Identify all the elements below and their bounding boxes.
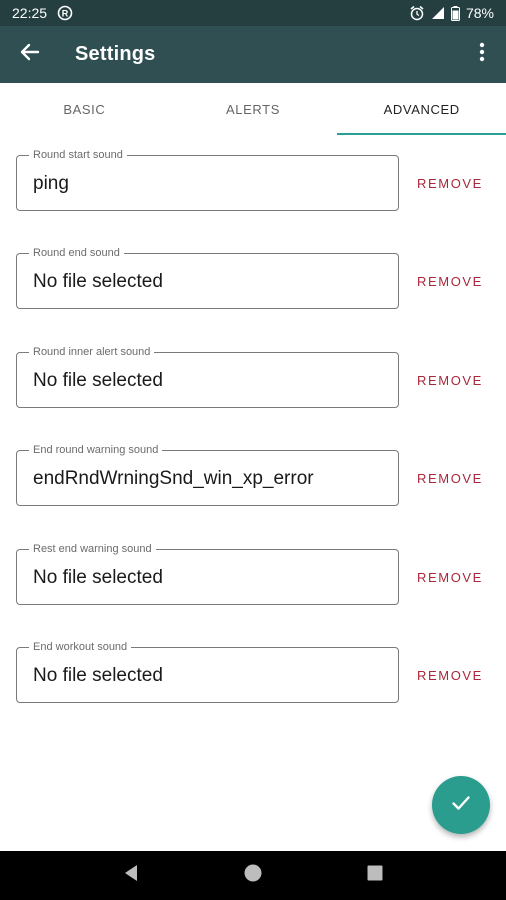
sound-setting-row: End round warning sound endRndWrningSnd_… <box>16 443 491 506</box>
notification-icon: R <box>57 5 73 21</box>
remove-button[interactable]: REMOVE <box>409 549 491 605</box>
sound-setting-row: Round inner alert sound No file selected… <box>16 345 491 408</box>
remove-button[interactable]: REMOVE <box>409 647 491 703</box>
field-value: endRndWrningSnd_win_xp_error <box>33 468 314 489</box>
remove-button[interactable]: REMOVE <box>409 253 491 309</box>
svg-text:R: R <box>62 9 69 19</box>
arrow-left-icon <box>20 42 40 67</box>
nav-back-button[interactable] <box>107 852 155 900</box>
field-value: No file selected <box>33 665 163 686</box>
field-value: No file selected <box>33 271 163 292</box>
sound-setting-row: End workout sound No file selected REMOV… <box>16 640 491 703</box>
remove-button[interactable]: REMOVE <box>409 155 491 211</box>
nav-home-button[interactable] <box>229 852 277 900</box>
system-nav-bar <box>0 851 506 900</box>
alarm-icon <box>409 5 425 21</box>
more-options-button[interactable] <box>458 26 506 83</box>
signal-icon <box>431 6 445 20</box>
sound-setting-row: Rest end warning sound No file selected … <box>16 542 491 605</box>
rest-end-warning-sound-field[interactable]: Rest end warning sound No file selected <box>16 542 399 605</box>
page-title: Settings <box>75 43 156 65</box>
round-start-sound-field[interactable]: Round start sound ping <box>16 148 399 211</box>
end-round-warning-sound-field[interactable]: End round warning sound endRndWrningSnd_… <box>16 443 399 506</box>
nav-recents-button[interactable] <box>351 852 399 900</box>
nav-recents-icon <box>367 865 383 886</box>
field-value: No file selected <box>33 370 163 391</box>
more-vert-icon <box>479 42 485 67</box>
remove-button[interactable]: REMOVE <box>409 352 491 408</box>
status-time: 22:25 <box>12 5 48 21</box>
round-end-sound-field[interactable]: Round end sound No file selected <box>16 246 399 309</box>
sound-setting-row: Round start sound ping REMOVE <box>16 148 491 211</box>
end-workout-sound-field[interactable]: End workout sound No file selected <box>16 640 399 703</box>
back-button[interactable] <box>0 26 60 83</box>
field-value: ping <box>33 173 69 194</box>
status-bar: 22:25 R 78% <box>0 0 506 26</box>
battery-percent: 78% <box>465 5 494 21</box>
tab-advanced[interactable]: ADVANCED <box>337 83 506 135</box>
tab-basic[interactable]: BASIC <box>0 83 169 135</box>
round-inner-alert-sound-field[interactable]: Round inner alert sound No file selected <box>16 345 399 408</box>
sound-setting-row: Round end sound No file selected REMOVE <box>16 246 491 309</box>
remove-button[interactable]: REMOVE <box>409 450 491 506</box>
tab-alerts[interactable]: ALERTS <box>169 83 338 135</box>
nav-home-icon <box>243 863 263 888</box>
app-bar: Settings <box>0 26 506 83</box>
save-fab-button[interactable] <box>432 776 490 834</box>
field-value: No file selected <box>33 567 163 588</box>
nav-back-icon <box>123 864 139 887</box>
tab-bar: BASIC ALERTS ADVANCED <box>0 83 506 135</box>
check-icon <box>450 792 472 819</box>
battery-icon <box>450 5 460 21</box>
